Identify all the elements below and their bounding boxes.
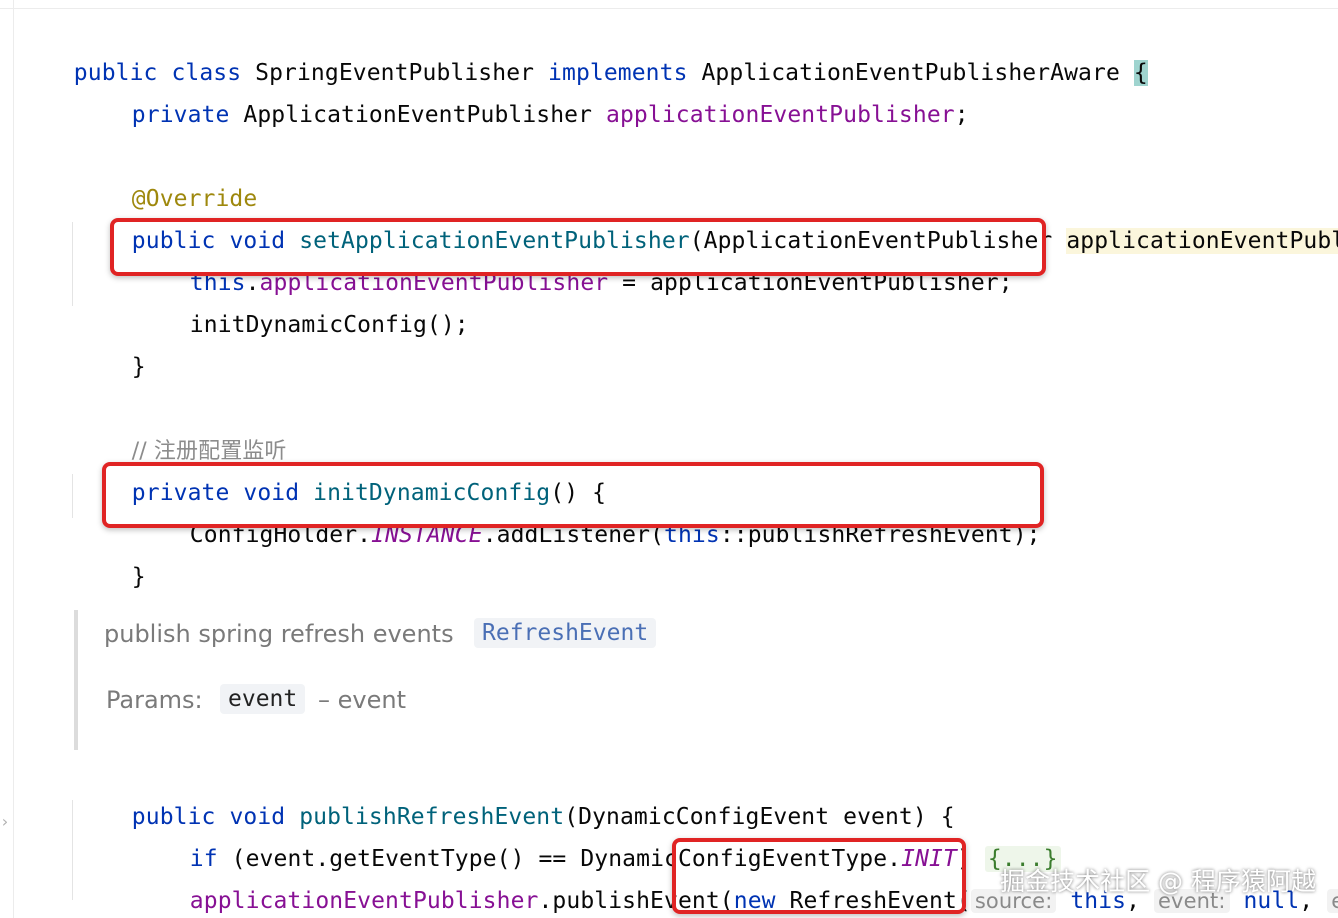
indent-guide xyxy=(72,474,73,518)
field-name: applicationEventPublisher xyxy=(189,888,539,914)
code-editor[interactable]: › public class SpringEventPublisher impl… xyxy=(0,0,1338,918)
code-line-field-decl: private ApplicationEventPublisher applic… xyxy=(76,58,969,128)
code-line-comment: // 注册配置监听 xyxy=(76,394,287,464)
doc-params-label: Params: xyxy=(106,686,203,714)
indent-guide xyxy=(72,800,73,900)
fold-chevron-icon[interactable]: › xyxy=(0,812,10,831)
doc-link[interactable]: RefreshEvent xyxy=(474,618,657,648)
close-brace: } xyxy=(131,354,146,380)
code-line-setter-decl: public void setApplicationEventPublisher… xyxy=(76,184,1338,254)
semicolon: ; xyxy=(954,102,969,128)
field-name: applicationEventPublisher xyxy=(606,102,955,128)
gutter-separator xyxy=(13,0,14,918)
code-line-annotation: @Override xyxy=(76,142,257,212)
type-name: ApplicationEventPublisher xyxy=(243,102,593,128)
doc-param-desc: – event xyxy=(318,686,406,714)
param-name: applicationEventPubli xyxy=(1066,228,1338,254)
code-line-publish-decl: public void publishRefreshEvent(DynamicC… xyxy=(76,760,955,830)
code-line-close-brace: } xyxy=(76,886,146,918)
highlight-box-add-listener xyxy=(102,462,1044,528)
rendered-javadoc[interactable]: publish spring refresh events RefreshEve… xyxy=(74,610,698,750)
keyword: private xyxy=(131,102,230,128)
watermark: 掘金技术社区 @ 程序猿阿越 xyxy=(1000,867,1316,896)
editor-top-border xyxy=(0,8,1338,9)
highlight-box-new-event xyxy=(672,838,966,914)
highlight-box-assign xyxy=(110,218,1046,276)
call-text: initDynamicConfig(); xyxy=(189,312,469,338)
doc-summary: publish spring refresh events xyxy=(104,620,454,648)
indent-guide xyxy=(72,222,73,306)
code-line-if: if (event.getEventType() == DynamicConfi… xyxy=(134,802,1061,872)
close-brace: } xyxy=(131,564,146,590)
doc-param-name: event xyxy=(220,684,306,714)
inlay-hint: ev xyxy=(1327,889,1338,913)
code-line-close-brace: } xyxy=(76,310,146,380)
matched-brace: { xyxy=(1133,60,1148,86)
code-line-class-decl: public class SpringEventPublisher implem… xyxy=(18,16,1148,86)
